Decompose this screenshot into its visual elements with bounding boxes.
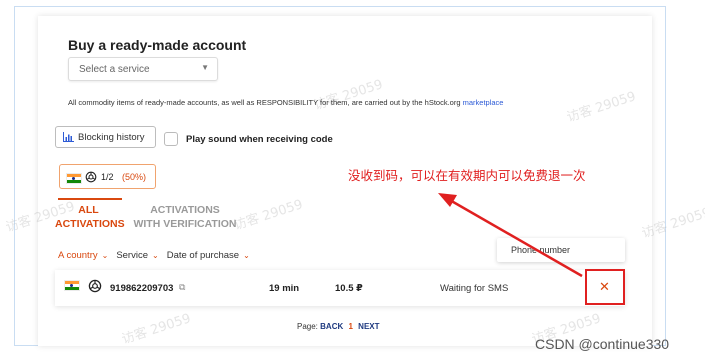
page-label: Page: xyxy=(297,322,318,331)
annotation-arrow xyxy=(438,193,583,278)
pager-current: 1 xyxy=(348,322,353,331)
pager-next[interactable]: NEXT xyxy=(358,322,379,331)
pagination: Page: BACK 1 NEXT xyxy=(297,322,380,331)
pager-back[interactable]: BACK xyxy=(320,322,343,331)
footer-credit: CSDN @continue330 xyxy=(535,336,670,352)
